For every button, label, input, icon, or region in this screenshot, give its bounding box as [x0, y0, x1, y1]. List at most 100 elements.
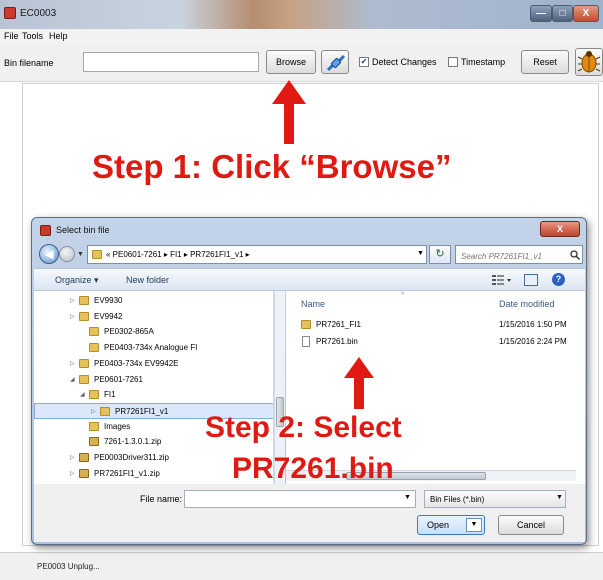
- status-text: PE0003 Unplug...: [37, 562, 100, 571]
- sort-caret-icon: ^: [401, 292, 405, 299]
- step2-filename-annotation: PR7261.bin: [232, 452, 394, 485]
- forward-button[interactable]: [59, 246, 75, 262]
- column-header-name[interactable]: Name: [301, 299, 325, 309]
- folder-icon: [79, 311, 89, 321]
- maximize-button[interactable]: □: [552, 5, 573, 22]
- zip-file-icon: [79, 453, 89, 462]
- folder-icon: [100, 406, 110, 416]
- detect-changes-label: Detect Changes: [372, 57, 437, 67]
- new-folder-button[interactable]: New folder: [126, 275, 169, 285]
- debug-button[interactable]: [575, 48, 603, 76]
- close-button[interactable]: X: [573, 5, 599, 22]
- select-bin-file-dialog: Select bin file X ◀ ▼ « PE0601-7261 ▸ FI…: [31, 217, 587, 545]
- tree-item[interactable]: ◢ PE0601-7261: [34, 372, 273, 388]
- bug-icon: [577, 51, 601, 73]
- dialog-footer: File name: ▼ Bin Files (*.bin) ▼ Open ▼ …: [34, 484, 585, 542]
- tree-item-label: PE0003Driver311.zip: [94, 453, 170, 462]
- menu-bar: File Tools Help: [0, 29, 603, 44]
- timestamp-checkbox[interactable]: [448, 57, 458, 67]
- folder-icon: [79, 374, 89, 384]
- open-button-label: Open: [427, 520, 450, 530]
- zip-file-icon: [79, 468, 89, 478]
- dialog-app-icon: [40, 225, 51, 236]
- folder-icon: [79, 358, 89, 368]
- up-arrow-annotation: [272, 80, 306, 144]
- detect-changes-checkbox[interactable]: ✔: [359, 57, 369, 67]
- reset-button[interactable]: Reset: [521, 50, 569, 74]
- menu-file[interactable]: File: [4, 31, 19, 41]
- expand-arrow-icon[interactable]: ▷: [70, 360, 75, 367]
- expand-arrow-icon[interactable]: ◢: [70, 376, 75, 383]
- tree-item[interactable]: ▷ PE0403-734x EV9942E: [34, 356, 273, 372]
- minimize-button[interactable]: —: [530, 5, 552, 22]
- folder-icon: [79, 296, 89, 305]
- toolbar: Bin filename Browse ✔ Detect Changes Tim…: [0, 44, 603, 82]
- command-bar: Organize ▾ New folder ?: [34, 268, 585, 291]
- refresh-button[interactable]: ↻: [429, 245, 451, 264]
- zip-file-icon: [89, 437, 99, 447]
- recent-locations-dropdown-icon[interactable]: ▼: [77, 251, 84, 258]
- column-header-date-modified[interactable]: Date modified: [499, 299, 555, 309]
- menu-tools[interactable]: Tools: [22, 31, 43, 41]
- file-row[interactable]: PR7261_FI1 1/15/2016 1:50 PM: [301, 318, 585, 333]
- up-arrow-annotation: [344, 357, 374, 409]
- browse-button[interactable]: Browse: [266, 50, 316, 74]
- dialog-close-button[interactable]: X: [540, 221, 580, 237]
- status-bar: PE0003 Unplug...: [0, 552, 603, 580]
- expand-arrow-icon[interactable]: ▷: [70, 313, 75, 320]
- expand-arrow-icon[interactable]: ▷: [70, 454, 75, 461]
- address-bar[interactable]: « PE0601-7261 ▸ FI1 ▸ PR7261FI1_v1 ▸ ▼: [87, 245, 427, 264]
- connect-button[interactable]: [321, 50, 349, 74]
- expand-arrow-icon[interactable]: ▷: [70, 297, 75, 304]
- step2-annotation: Step 2: Select: [205, 411, 402, 444]
- tree-item[interactable]: ◢ FI1: [34, 387, 273, 403]
- breadcrumb[interactable]: « PE0601-7261 ▸ FI1 ▸ PR7261FI1_v1 ▸: [106, 250, 250, 259]
- folder-icon: [89, 327, 99, 337]
- file-name-input[interactable]: [184, 490, 416, 508]
- folder-icon: [89, 390, 99, 400]
- tree-item-label: PR7261FI1_v1: [115, 406, 169, 416]
- open-options-dropdown-icon[interactable]: ▼: [466, 518, 482, 532]
- tree-item[interactable]: ▷ EV9930: [34, 293, 273, 309]
- folder-icon: [89, 421, 99, 431]
- chevron-down-icon[interactable]: ▼: [556, 494, 563, 501]
- expand-arrow-icon[interactable]: ◢: [80, 391, 85, 398]
- tree-item-label: PE0403-734x EV9942E: [94, 358, 179, 368]
- navigation-row: ◀ ▼ « PE0601-7261 ▸ FI1 ▸ PR7261FI1_v1 ▸…: [37, 243, 583, 267]
- file-row[interactable]: PR7261.bin 1/15/2016 2:24 PM: [301, 335, 585, 350]
- expand-arrow-icon[interactable]: ▷: [91, 408, 96, 415]
- tree-item[interactable]: ▷ EV9942: [34, 309, 273, 325]
- file-date-modified: 1/15/2016 1:50 PM: [499, 320, 567, 329]
- open-button[interactable]: Open ▼: [417, 515, 485, 535]
- tree-item-label: PE0601-7261: [94, 374, 143, 384]
- tree-item-label: EV9942: [94, 311, 123, 321]
- file-name: PR7261_FI1: [316, 320, 361, 329]
- tree-item-label: EV9930: [94, 296, 123, 305]
- window-titlebar: EC0003 — □ X: [0, 0, 603, 29]
- preview-pane-icon[interactable]: [524, 274, 538, 286]
- folder-icon: [89, 343, 99, 353]
- expand-arrow-icon[interactable]: ▷: [70, 470, 75, 477]
- folder-icon: [92, 250, 102, 259]
- tree-item[interactable]: PE0302-865A: [34, 324, 273, 340]
- tree-item-label: PE0403-734x Analogue FI: [104, 343, 198, 353]
- window-title: EC0003: [20, 8, 57, 19]
- chevron-down-icon[interactable]: ▼: [417, 250, 424, 257]
- help-icon[interactable]: ?: [552, 273, 565, 286]
- bin-filename-input[interactable]: [83, 52, 259, 72]
- back-button[interactable]: ◀: [39, 244, 59, 264]
- tree-item-label: 7261-1.3.0.1.zip: [104, 437, 162, 447]
- folder-icon: [301, 320, 311, 329]
- tree-item-label: FI1: [104, 390, 116, 400]
- file-type-select[interactable]: Bin Files (*.bin): [424, 490, 566, 508]
- views-icon[interactable]: [492, 274, 512, 286]
- menu-help[interactable]: Help: [49, 31, 68, 41]
- tree-item-label: PR7261FI1_v1.zip: [94, 468, 160, 478]
- cancel-button[interactable]: Cancel: [498, 515, 564, 535]
- tree-item-label: PE0302-865A: [104, 327, 154, 337]
- file-icon: [302, 336, 310, 347]
- chevron-down-icon[interactable]: ▼: [404, 494, 411, 501]
- search-input[interactable]: [455, 245, 583, 264]
- tree-item[interactable]: PE0403-734x Analogue FI: [34, 340, 273, 356]
- organize-button[interactable]: Organize ▾: [55, 275, 99, 286]
